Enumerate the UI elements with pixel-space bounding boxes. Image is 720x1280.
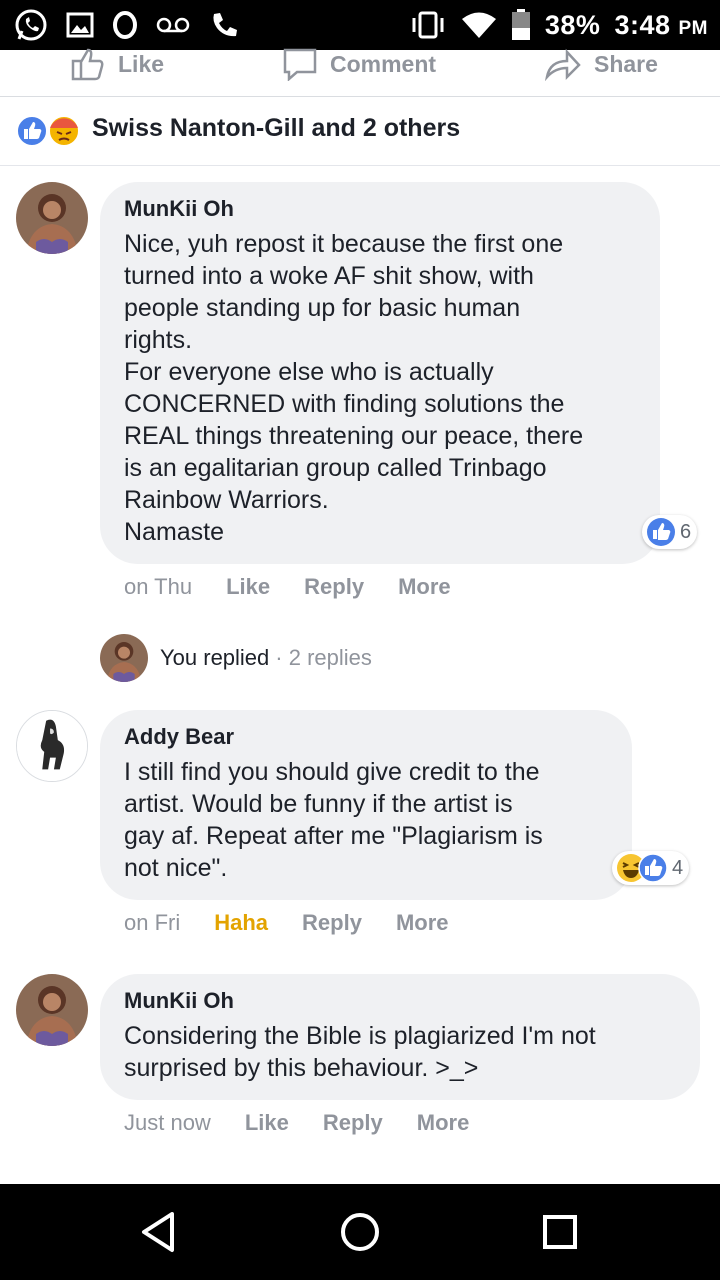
reply-count: · 2 replies	[275, 645, 372, 670]
avatar-photo	[16, 974, 88, 1046]
share-button[interactable]: Share	[544, 44, 658, 84]
back-icon[interactable]	[136, 1208, 184, 1256]
comment-icon	[283, 48, 317, 81]
avatar[interactable]	[16, 710, 88, 782]
comment-bubble: MunKii Oh Nice, yuh repost it because th…	[100, 182, 660, 564]
like-reaction-icon	[16, 115, 48, 147]
comment-author[interactable]: MunKii Oh	[124, 988, 234, 1014]
post-action-bar: Like Comment Share	[0, 48, 720, 97]
you-replied-text: You replied	[160, 645, 270, 670]
comment-meta: Just now Like Reply More	[124, 1107, 503, 1139]
comment-button[interactable]: Comment	[282, 44, 436, 84]
comment-time: on Fri	[124, 910, 181, 935]
clock-time: 3:48	[614, 9, 671, 40]
gallery-icon	[66, 12, 94, 38]
like-label: Like	[118, 50, 165, 77]
comment-more-button[interactable]: More	[417, 1110, 470, 1136]
avatar-photo	[17, 711, 87, 781]
comment-bubble: MunKii Oh Considering the Bible is plagi…	[100, 974, 700, 1100]
reaction-badge[interactable]: 6	[642, 515, 698, 549]
home-icon[interactable]	[336, 1208, 384, 1256]
replies-summary[interactable]: You replied · 2 replies	[100, 634, 372, 682]
like-reaction-icon	[647, 518, 675, 546]
reaction-count: 4	[672, 856, 684, 879]
avatar	[100, 634, 148, 682]
share-label: Share	[594, 50, 658, 77]
reaction-count: 6	[680, 520, 692, 543]
comment-like-button[interactable]: Like	[245, 1110, 289, 1136]
avatar[interactable]	[16, 182, 88, 254]
voicemail-icon	[156, 17, 190, 33]
comment-reply-button[interactable]: Reply	[304, 574, 364, 600]
comment-meta: on Thu Like Reply More	[124, 571, 485, 603]
comment-like-button[interactable]: Like	[226, 574, 270, 600]
like-button[interactable]: Like	[70, 44, 164, 84]
reaction-icons	[16, 115, 80, 147]
comment-reply-button[interactable]: Reply	[323, 1110, 383, 1136]
comment-reply-button[interactable]: Reply	[302, 910, 362, 936]
angry-reaction-icon	[48, 115, 80, 147]
reaction-summary[interactable]: Swiss Nanton-Gill and 2 others	[0, 97, 720, 166]
battery-percent: 38%	[544, 9, 601, 40]
comment-text: Nice, yuh repost it because the first on…	[124, 230, 584, 546]
comment-more-button[interactable]: More	[398, 574, 451, 600]
comment-time: on Thu	[124, 574, 193, 599]
wifi-icon	[461, 12, 496, 38]
opera-icon	[113, 11, 137, 39]
recents-icon[interactable]	[536, 1208, 584, 1256]
status-bar: 38% 3:48 PM	[0, 0, 720, 50]
comment-author[interactable]: MunKii Oh	[124, 196, 234, 222]
comment-text: Considering the Bible is plagiarized I'm…	[124, 1022, 596, 1082]
comment-time: Just now	[124, 1110, 211, 1135]
share-icon	[544, 48, 581, 81]
comment-author[interactable]: Addy Bear	[124, 724, 234, 750]
comment-label: Comment	[330, 50, 437, 77]
avatar-photo	[16, 182, 88, 254]
avatar[interactable]	[16, 974, 88, 1046]
vibrate-icon	[412, 11, 444, 39]
like-reaction-icon	[638, 853, 668, 883]
reaction-badge[interactable]: 4	[612, 851, 690, 885]
battery-icon	[511, 9, 530, 40]
system-nav-bar	[0, 1184, 720, 1280]
comment-bubble: Addy Bear I still find you should give c…	[100, 710, 632, 900]
thumbs-up-icon	[71, 48, 104, 81]
comment-meta: on Fri Haha Reply More	[124, 907, 483, 939]
avatar-photo	[100, 634, 148, 682]
whatsapp-icon	[15, 9, 47, 41]
comment-haha-button[interactable]: Haha	[214, 910, 268, 936]
clock-ampm: PM	[678, 17, 708, 39]
comment-text: I still find you should give credit to t…	[124, 758, 543, 882]
comment-more-button[interactable]: More	[396, 910, 449, 936]
reaction-summary-text: Swiss Nanton-Gill and 2 others	[92, 114, 461, 142]
clock: 3:48 PM	[614, 10, 708, 41]
phone-icon	[213, 13, 237, 37]
